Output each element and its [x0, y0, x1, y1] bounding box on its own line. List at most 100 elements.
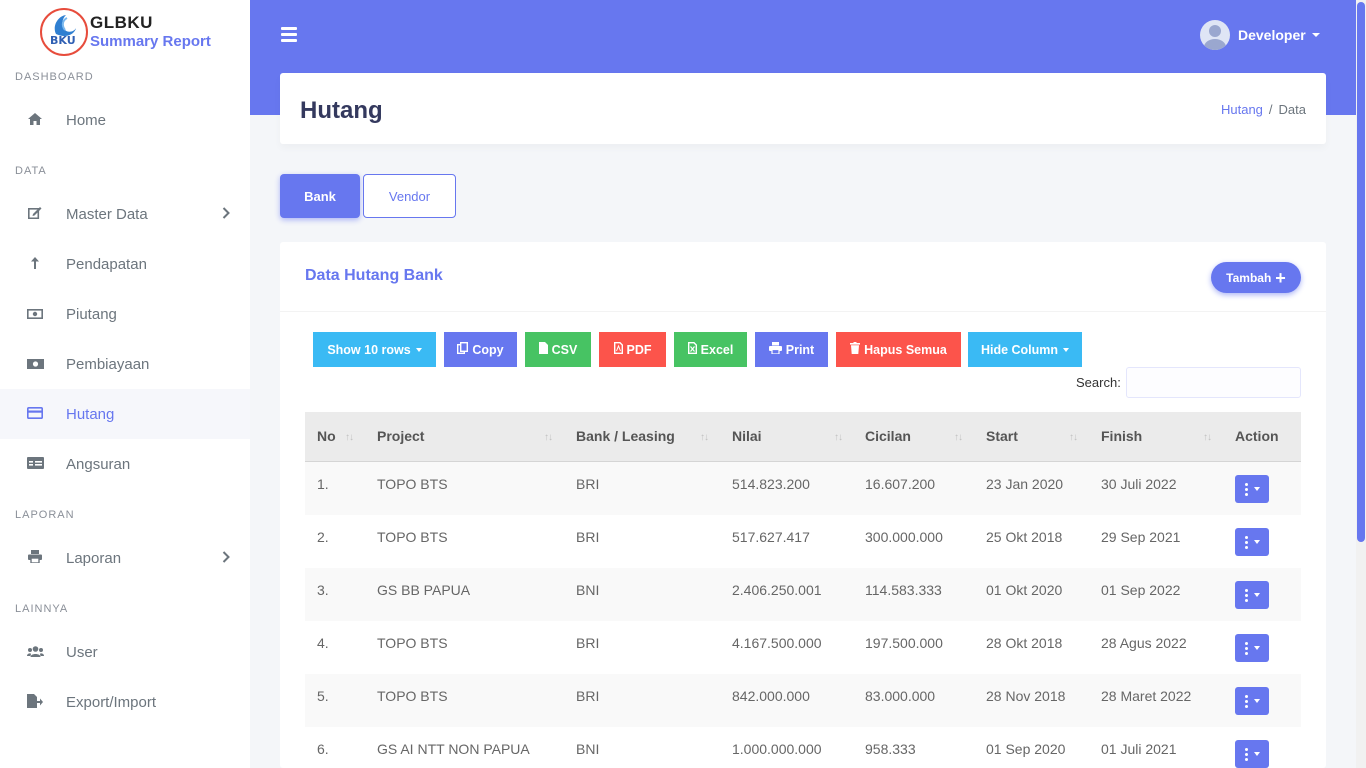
print-label: Print — [785, 342, 815, 357]
sidebar-item-laporan[interactable]: Laporan — [0, 533, 250, 583]
cell-nilai: 842.000.000 — [732, 688, 810, 704]
table-row: 4. TOPO BTS BRI 4.167.500.000 197.500.000 28 … — [305, 621, 1301, 674]
cell-cicilan: 197.500.000 — [865, 635, 943, 651]
search-label: Search: — [1076, 375, 1121, 390]
card-title: Data Hutang Bank — [305, 267, 443, 284]
column-header-no[interactable]: No — [317, 428, 336, 444]
sidebar-item-user[interactable]: User — [0, 627, 250, 677]
cell-finish: 29 Sep 2021 — [1101, 529, 1181, 545]
column-header-nilai[interactable]: Nilai — [732, 428, 762, 444]
column-header-action: Action — [1235, 428, 1279, 444]
show-rows-button[interactable]: Show 10 rows — [313, 332, 436, 367]
cell-cicilan: 16.607.200 — [865, 476, 936, 492]
sort-icon[interactable]: ↑↓ — [544, 432, 553, 443]
table-row: 2. TOPO BTS BRI 517.627.417 300.000.000 25 Ok… — [305, 515, 1301, 568]
nav-header-dashboard: DASHBOARD — [15, 71, 94, 83]
column-header-bank[interactable]: Bank / Leasing — [576, 428, 675, 444]
user-name: Developer — [1238, 27, 1306, 43]
user-menu[interactable]: Developer — [1200, 20, 1320, 50]
scrollbar-thumb[interactable] — [1357, 2, 1365, 542]
sidebar-item-home[interactable]: Home — [0, 95, 250, 145]
copy-button[interactable]: Copy — [444, 332, 517, 367]
table-row: 1. TOPO BTS BRI 514.823.200 16.607.200 23 Jan… — [305, 462, 1301, 515]
search-input[interactable] — [1126, 367, 1301, 398]
cell-bank: BNI — [576, 582, 600, 598]
credit-card-icon — [25, 406, 45, 422]
cell-no: 3. — [317, 582, 329, 598]
row-action-button[interactable] — [1235, 634, 1269, 662]
sidebar-item-label: Piutang — [66, 305, 117, 323]
nav-header-lainnya: LAINNYA — [15, 603, 69, 615]
brand[interactable]: BKU GLBKU Summary Report — [40, 8, 211, 56]
cell-no: 4. — [317, 635, 329, 651]
delete-all-button[interactable]: Hapus Semua — [836, 332, 961, 367]
sidebar-item-hutang[interactable]: Hutang — [0, 389, 250, 439]
sidebar-item-master-data[interactable]: Master Data — [0, 189, 250, 239]
ellipsis-vertical-icon — [1244, 482, 1248, 497]
sidebar-item-label: User — [66, 643, 98, 661]
nav-header-data: DATA — [15, 165, 47, 177]
page-scrollbar[interactable] — [1356, 0, 1366, 768]
menu-toggle-icon[interactable] — [281, 27, 297, 42]
column-header-start[interactable]: Start — [986, 428, 1018, 444]
sort-icon[interactable]: ↑↓ — [1203, 432, 1212, 443]
column-header-project[interactable]: Project — [377, 428, 424, 444]
cell-start: 01 Okt 2020 — [986, 582, 1063, 598]
hide-column-button[interactable]: Hide Column — [968, 332, 1082, 367]
cell-nilai: 2.406.250.001 — [732, 582, 822, 598]
pdf-button[interactable]: PDF — [599, 332, 666, 367]
cell-project: GS AI NTT NON PAPUA — [377, 741, 530, 757]
pdf-label: PDF — [626, 342, 652, 357]
sidebar-item-pembiayaan[interactable]: Pembiayaan — [0, 339, 250, 389]
breadcrumb-link[interactable]: Hutang — [1221, 102, 1263, 117]
excel-button[interactable]: Excel — [674, 332, 747, 367]
sort-icon[interactable]: ↑↓ — [700, 432, 709, 443]
brand-subtitle: Summary Report — [90, 33, 211, 50]
file-pdf-icon — [613, 342, 623, 357]
ellipsis-vertical-icon — [1244, 747, 1248, 762]
trash-icon — [850, 342, 861, 357]
sort-icon[interactable]: ↑↓ — [345, 432, 354, 443]
money-icon — [25, 356, 45, 372]
row-action-button[interactable] — [1235, 581, 1269, 609]
sidebar-item-piutang[interactable]: Piutang — [0, 289, 250, 339]
sort-icon[interactable]: ↑↓ — [834, 432, 843, 443]
cell-project: TOPO BTS — [377, 529, 448, 545]
cell-bank: BRI — [576, 476, 600, 492]
add-button[interactable]: Tambah + — [1211, 262, 1301, 293]
tab-bank[interactable]: Bank — [280, 174, 360, 218]
sidebar-item-label: Home — [66, 111, 107, 129]
table-row: 5. TOPO BTS BRI 842.000.000 83.000.000 28 Nov… — [305, 674, 1301, 727]
sort-icon[interactable]: ↑↓ — [954, 432, 963, 443]
row-action-button[interactable] — [1235, 740, 1269, 768]
cell-cicilan: 114.583.333 — [865, 582, 942, 598]
column-header-finish[interactable]: Finish — [1101, 428, 1142, 444]
row-action-button[interactable] — [1235, 687, 1269, 715]
sidebar-item-label: Hutang — [66, 405, 115, 423]
sort-icon[interactable]: ↑↓ — [1069, 432, 1078, 443]
page-header: Hutang Hutang / Data — [280, 73, 1326, 144]
cell-finish: 01 Juli 2021 — [1101, 741, 1177, 757]
cell-cicilan: 958.333 — [865, 741, 916, 757]
print-button[interactable]: Print — [755, 332, 828, 367]
add-button-label: Tambah — [1226, 270, 1272, 285]
cell-cicilan: 300.000.000 — [865, 529, 943, 545]
cell-no: 6. — [317, 741, 329, 757]
excel-label: Excel — [700, 342, 734, 357]
print-icon — [768, 342, 782, 357]
plus-icon: + — [1275, 267, 1286, 288]
row-action-button[interactable] — [1235, 528, 1269, 556]
tab-vendor[interactable]: Vendor — [363, 174, 456, 218]
sidebar-item-angsuran[interactable]: Angsuran — [0, 439, 250, 489]
caret-down-icon — [1253, 540, 1260, 544]
chevron-right-icon — [222, 206, 230, 222]
sidebar-item-pendapatan[interactable]: Pendapatan — [0, 239, 250, 289]
sidebar-item-export-import[interactable]: Export/Import — [0, 677, 250, 727]
csv-button[interactable]: CSV — [525, 332, 591, 367]
sidebar-item-label: Master Data — [66, 205, 148, 223]
caret-down-icon — [1253, 487, 1260, 491]
avatar — [1200, 20, 1230, 50]
row-action-button[interactable] — [1235, 475, 1269, 503]
column-header-cicilan[interactable]: Cicilan — [865, 428, 911, 444]
cell-no: 2. — [317, 529, 329, 545]
